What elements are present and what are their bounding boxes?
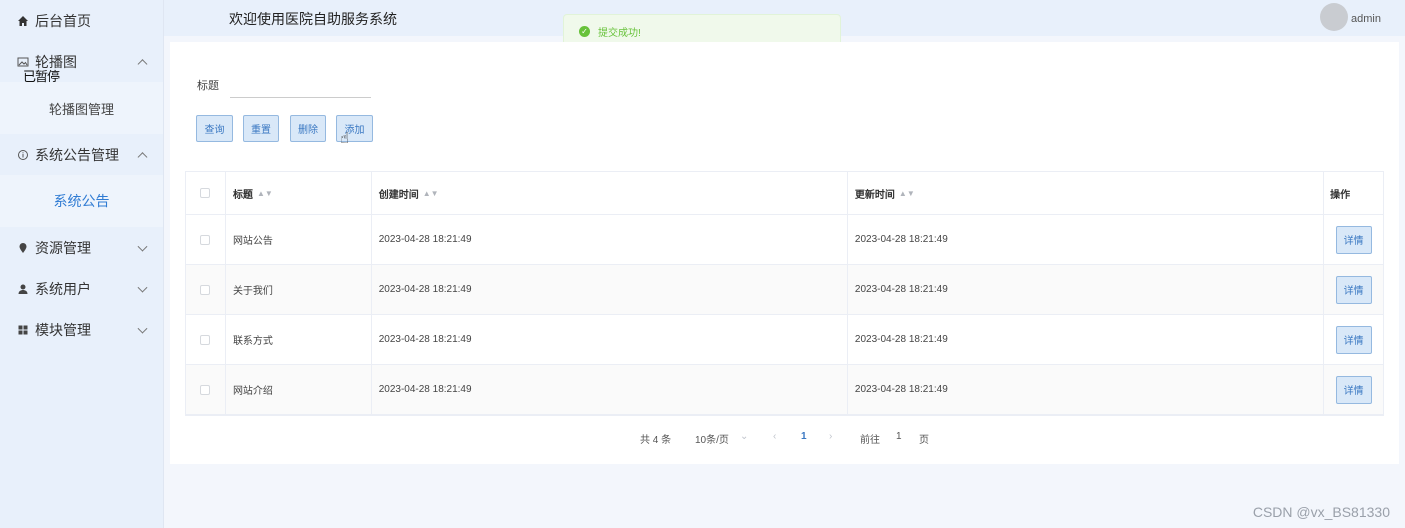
location-icon: [17, 242, 29, 254]
watermark: CSDN @vx_BS81330: [1252, 504, 1390, 520]
select-all-checkbox[interactable]: [200, 188, 211, 198]
home-icon: [17, 15, 29, 27]
page-size-select[interactable]: 10条/页: [695, 431, 729, 446]
column-header-created[interactable]: 创建时间 ▲▼: [372, 172, 848, 214]
cell-updated: 2023-04-28 18:21:49: [848, 315, 1325, 364]
title-search-input[interactable]: [230, 70, 371, 98]
select-all-cell: [186, 172, 226, 214]
cell-created: 2023-04-28 18:21:49: [372, 315, 848, 364]
search-label: 标题: [197, 80, 219, 92]
detail-button[interactable]: 详情: [1335, 275, 1372, 304]
page-number-current[interactable]: 1: [801, 431, 807, 442]
sidebar-item-announcement[interactable]: 系统公告: [0, 175, 163, 227]
goto-label: 前往: [860, 435, 880, 446]
chevron-up-icon: [137, 58, 148, 69]
row-select-cell: [186, 315, 226, 364]
avatar[interactable]: [1320, 3, 1348, 31]
main-card: 标题 查询 重置 删除 添加 ☝ 标题 ▲▼ 创建时间 ▲▼ 更新时间 ▲▼ 操作 网…: [170, 42, 1399, 464]
cell-title: 网站公告: [226, 215, 372, 264]
cell-updated: 2023-04-28 18:21:49: [848, 215, 1325, 264]
grid-icon: [17, 324, 29, 336]
sidebar-item-home[interactable]: 后台首页: [0, 0, 163, 41]
sort-icon[interactable]: ▲▼: [899, 189, 915, 198]
sidebar-item-users[interactable]: 系统用户: [0, 268, 163, 309]
column-header-label: 更新时间: [854, 189, 895, 201]
delete-button[interactable]: 删除: [290, 115, 326, 142]
cell-title: 关于我们: [226, 265, 372, 314]
row-checkbox[interactable]: [200, 384, 211, 395]
cell-actions: 详情: [1324, 265, 1383, 314]
sidebar: 后台首页 轮播图 轮播图管理 系统公告管理 系统公告 资源管理 系统用户 模块管…: [0, 0, 164, 528]
check-circle-icon: ✓: [579, 25, 590, 37]
cell-actions: 详情: [1324, 365, 1383, 414]
column-header-label: 标题: [232, 189, 253, 201]
sidebar-item-resources[interactable]: 资源管理: [0, 227, 163, 268]
next-page-icon[interactable]: ›: [829, 431, 832, 442]
announcement-submenu: 系统公告: [0, 175, 163, 227]
sidebar-item-label: 系统用户: [35, 280, 91, 297]
row-checkbox[interactable]: [200, 284, 211, 295]
cell-created: 2023-04-28 18:21:49: [372, 265, 848, 314]
row-checkbox[interactable]: [200, 334, 211, 345]
sidebar-item-label: 系统公告管理: [35, 146, 119, 163]
reset-button[interactable]: 重置: [243, 115, 279, 142]
page-suffix: 页: [919, 435, 929, 446]
cell-title: 联系方式: [226, 315, 372, 364]
hand-cursor-icon: ☝: [340, 130, 350, 147]
toast-message: 提交成功!: [598, 27, 641, 39]
table-row: 关于我们 2023-04-28 18:21:49 2023-04-28 18:2…: [186, 265, 1383, 315]
cell-actions: 详情: [1324, 215, 1383, 264]
column-header-actions: 操作: [1330, 189, 1351, 201]
table-row: 联系方式 2023-04-28 18:21:49 2023-04-28 18:2…: [186, 315, 1383, 365]
cell-updated: 2023-04-28 18:21:49: [848, 265, 1325, 314]
username[interactable]: admin: [1351, 13, 1381, 25]
column-header-updated[interactable]: 更新时间 ▲▼: [848, 172, 1325, 214]
sort-icon[interactable]: ▲▼: [423, 189, 439, 198]
chevron-down-icon: [137, 323, 148, 334]
column-header-label: 创建时间: [378, 189, 419, 201]
column-header-title[interactable]: 标题 ▲▼: [226, 172, 372, 214]
cell-created: 2023-04-28 18:21:49: [372, 215, 848, 264]
row-checkbox[interactable]: [200, 234, 211, 245]
carousel-submenu: 轮播图管理: [0, 82, 163, 134]
cell-title: 网站介绍: [226, 365, 372, 414]
page-title: 欢迎使用医院自助服务系统: [229, 11, 397, 27]
row-select-cell: [186, 265, 226, 314]
table-header-row: 标题 ▲▼ 创建时间 ▲▼ 更新时间 ▲▼ 操作: [186, 172, 1383, 215]
chevron-down-icon: ⌄: [740, 431, 749, 442]
user-icon: [17, 283, 29, 295]
sidebar-item-carousel-manage[interactable]: 轮播图管理: [0, 82, 163, 134]
goto-page-input[interactable]: 1: [896, 431, 902, 442]
sort-icon[interactable]: ▲▼: [257, 189, 273, 198]
table-row: 网站介绍 2023-04-28 18:21:49 2023-04-28 18:2…: [186, 365, 1383, 415]
sidebar-item-announcement-manage[interactable]: 系统公告管理: [0, 134, 163, 175]
paused-overlay-text: 已暂停: [23, 69, 60, 84]
query-button[interactable]: 查询: [196, 115, 233, 142]
prev-page-icon[interactable]: ‹: [773, 431, 776, 442]
chevron-up-icon: [137, 151, 148, 162]
info-icon: [17, 149, 29, 161]
chevron-down-icon: [137, 241, 148, 252]
sidebar-item-label: 模块管理: [35, 321, 91, 338]
sidebar-item-label: 后台首页: [35, 12, 91, 29]
row-select-cell: [186, 215, 226, 264]
cell-actions: 详情: [1324, 315, 1383, 364]
pagination-total: 共 4 条: [640, 435, 672, 446]
sidebar-item-modules[interactable]: 模块管理: [0, 309, 163, 350]
detail-button[interactable]: 详情: [1335, 225, 1372, 254]
announcement-table: 标题 ▲▼ 创建时间 ▲▼ 更新时间 ▲▼ 操作 网站公告 2023-04-28 18…: [185, 171, 1384, 416]
cell-created: 2023-04-28 18:21:49: [372, 365, 848, 414]
detail-button[interactable]: 详情: [1335, 325, 1372, 354]
table-row: 网站公告 2023-04-28 18:21:49 2023-04-28 18:2…: [186, 215, 1383, 265]
chevron-down-icon: [137, 282, 148, 293]
row-select-cell: [186, 365, 226, 414]
sidebar-item-label: 资源管理: [35, 239, 91, 256]
cell-updated: 2023-04-28 18:21:49: [848, 365, 1325, 414]
detail-button[interactable]: 详情: [1335, 375, 1372, 404]
